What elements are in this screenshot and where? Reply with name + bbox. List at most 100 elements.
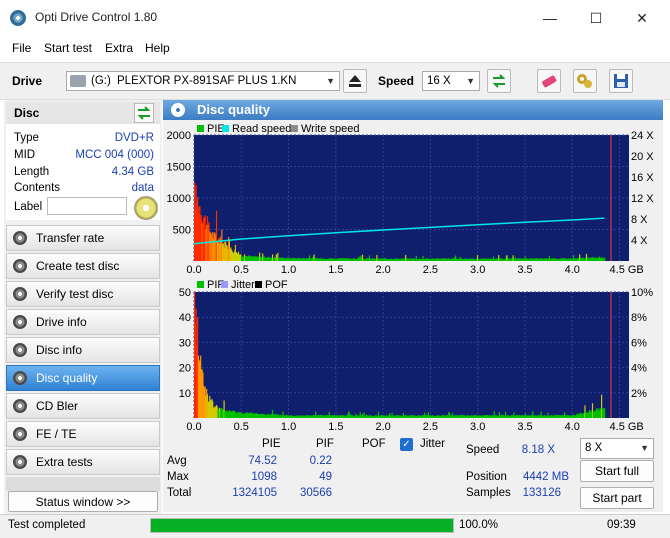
maximize-button[interactable]: ☐ [574,6,618,30]
progress-fill [151,519,453,532]
speed-stat-value: 8.18 X [521,444,555,456]
start-part-button[interactable]: Start part [580,487,654,509]
x-tick-label: 3.0 [470,264,485,276]
y2-tick-label: 4 X [631,235,648,247]
sidebar-spacer [6,477,160,491]
legend-pof-label: POF [265,279,288,291]
disc-contents-value: data [131,182,154,194]
y2-tick-label: 6% [631,337,647,349]
legend-pif-swatch [197,281,204,288]
nav-fe-te[interactable]: FE / TE [6,421,160,447]
nav-extra-tests[interactable]: Extra tests [6,449,160,475]
disc-mid-label: MID [14,149,36,161]
x-tick-label: 1.5 [328,421,343,433]
x-tick-label: 3.5 [517,421,532,433]
pie-header: PIE [262,438,281,450]
minimize-button[interactable]: — [528,6,572,30]
max-label: Max [167,471,189,483]
y-tick-label: 30 [179,337,191,349]
position-value: 4442 MB [522,471,569,483]
disc-contents-label: Contents [14,182,61,194]
legend-write-swatch [291,125,298,132]
nav-cd-bler[interactable]: CD Bler [6,393,160,419]
y2-tick-label: 10% [631,287,653,299]
menu-start-test[interactable]: Start test [44,41,92,55]
disc-info-panel: Type DVD+R MID MCC 004 (000) Length 4.34… [6,124,160,220]
total-label: Total [167,487,192,499]
status-bar: Test completed 100.0% 09:39 [0,514,670,538]
y2-tick-label: 8% [631,312,647,324]
status-window-button[interactable]: Status window >> [8,491,158,512]
nav-verify-test-disc[interactable]: Verify test disc [6,281,160,307]
menu-file[interactable]: File [12,41,31,55]
max-pie-value: 1098 [251,471,277,483]
nav-transfer-rate[interactable]: Transfer rate [6,225,160,251]
settings-button[interactable] [573,69,597,93]
content-header: Disc quality [163,100,663,120]
gears-icon [577,74,592,88]
jitter-header: Jitter [420,438,445,450]
x-tick-label: 0.5 [234,421,249,433]
x-tick-label: 0.0 [186,421,201,433]
speed-stat-label: Speed [466,444,500,456]
nav-label: Disc info [36,343,83,357]
disc-quality-charts: 2000 1500 1000 500 24 X 20 X 16 X 12 X 8 X 4 X 0.0… [163,120,663,436]
y-tick-label: 50 [179,287,191,299]
nav-label: Verify test disc [36,287,114,301]
legend-write-label: Write speed [301,123,360,135]
jitter-checkbox[interactable]: ✓ [400,438,413,451]
menu-extra[interactable]: Extra [105,41,133,55]
speed-select[interactable]: 16 X ▼ [422,71,480,91]
nav-label: CD Bler [36,399,79,413]
disc-quality-icon [171,103,185,117]
progress-percent: 100.0% [459,519,499,531]
nav-label: FE / TE [36,427,77,441]
nav-disc-info[interactable]: Disc info [6,337,160,363]
erase-button[interactable] [537,69,561,93]
disc-refresh-button[interactable] [134,103,154,123]
disc-label-button[interactable] [134,196,158,220]
disc-icon [13,371,27,385]
total-pie-value: 1324105 [232,487,277,499]
legend-read-swatch [222,125,229,132]
drive-select[interactable]: (G:) PLEXTOR PX-891SAF PLUS 1.KN ▼ [66,71,340,91]
x-tick-label: 0.0 [186,264,201,276]
x-tick-label: 3.0 [470,421,485,433]
content-title: Disc quality [197,102,270,117]
nav-disc-quality[interactable]: Disc quality [6,365,160,391]
y-tick-label: 20 [179,363,191,375]
position-label: Position [466,471,507,483]
menu-help[interactable]: Help [145,41,170,55]
close-button[interactable]: ✕ [620,6,664,30]
avg-label: Avg [167,455,187,467]
start-full-button[interactable]: Start full [580,460,654,482]
avg-pif-value: 0.22 [309,455,332,467]
eject-button[interactable] [343,69,367,93]
disc-icon [13,343,27,357]
y2-tick-label: 4% [631,363,647,375]
disc-label-input[interactable] [47,197,127,215]
refresh-speed-button[interactable] [487,69,511,93]
speed-value: 16 X [427,75,451,87]
max-pif-value: 49 [319,471,332,483]
x-tick-label: 2.5 [423,421,438,433]
pif-chart-plot [194,292,629,418]
save-button[interactable] [609,69,633,93]
x-tick-label: 1.0 [281,264,296,276]
x-tick-label: 2.0 [375,421,390,433]
test-speed-select[interactable]: 8 X ▼ [580,438,654,459]
pif-header: PIF [316,438,334,450]
y2-tick-label: 12 X [631,193,654,205]
nav-drive-info[interactable]: Drive info [6,309,160,335]
x-tick-label: 3.5 [517,264,532,276]
y-tick-label: 10 [179,388,191,400]
x-tick-label: 2.0 [375,264,390,276]
x-tick-label: 1.0 [281,421,296,433]
nav-create-test-disc[interactable]: Create test disc [6,253,160,279]
data-bar [604,257,606,261]
x-tick-label: 2.5 [423,264,438,276]
y2-tick-label: 20 X [631,151,654,163]
progress-bar [150,518,454,533]
app-disc-icon [10,10,26,26]
y2-tick-label: 8 X [631,214,648,226]
